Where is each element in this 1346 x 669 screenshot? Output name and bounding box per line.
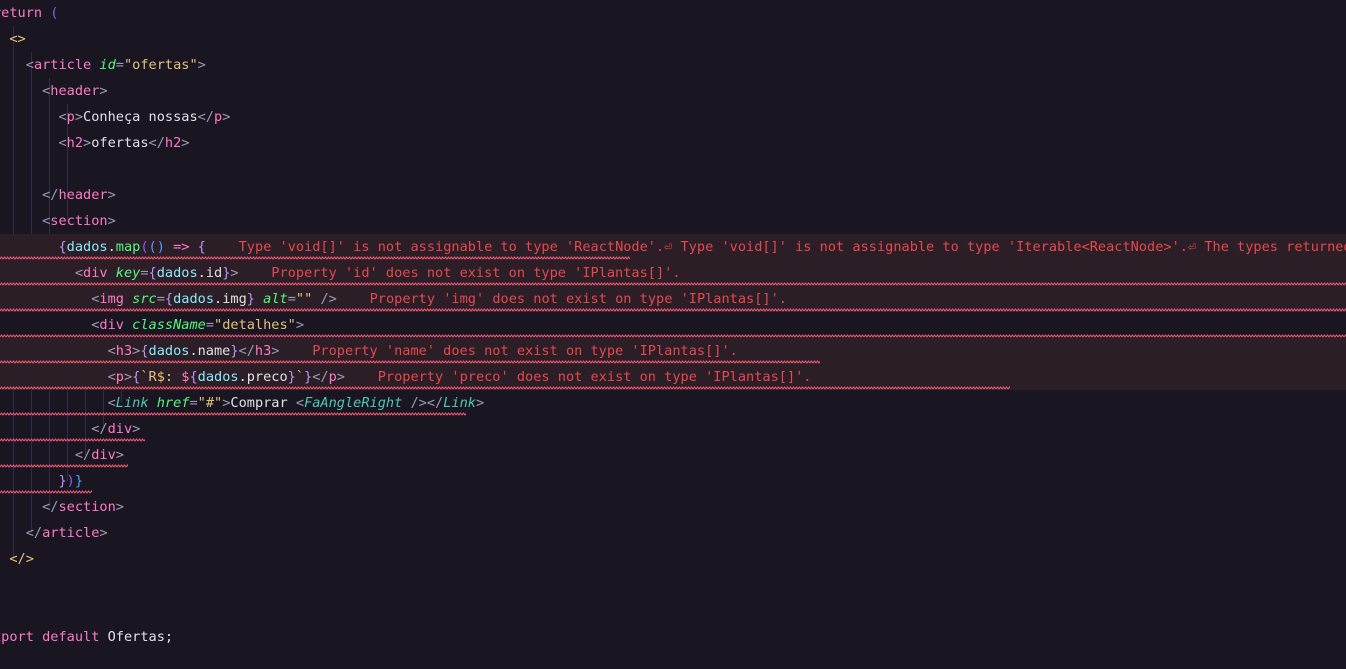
code-line[interactable]: </> (0, 546, 1346, 572)
code-line[interactable]: <article id="ofertas"> (0, 52, 1346, 78)
diagnostic-message: Property 'id' does not exist on type 'IP… (271, 265, 681, 281)
diagnostic-message: Property 'img' does not exist on type 'I… (369, 291, 787, 307)
code-line[interactable]: <> (0, 26, 1346, 52)
code-line[interactable]: </div> (0, 416, 1346, 442)
code-line[interactable]: <Link href="#">Comprar <FaAngleRight /><… (0, 390, 1346, 416)
code-line-with-error[interactable]: <p>{`R$: ${dados.preco}`}</p> Property '… (0, 364, 1346, 390)
code-line[interactable] (0, 598, 1346, 624)
diagnostic-message: Type 'void[]' is not assignable to type … (238, 239, 1346, 255)
code-line[interactable] (0, 156, 1346, 182)
code-line-with-error[interactable]: <img src={dados.img} alt="" /> Property … (0, 286, 1346, 312)
code-line[interactable]: <header> (0, 78, 1346, 104)
code-line-active[interactable]: <div className="detalhes"> (0, 312, 1346, 338)
code-line[interactable]: })} (0, 468, 1346, 494)
code-line[interactable]: </article> (0, 520, 1346, 546)
code-line[interactable]: <p>Conheça nossas</p> (0, 104, 1346, 130)
code-line-with-error[interactable]: {dados.map(() => { Type 'void[]' is not … (0, 234, 1346, 260)
code-line[interactable]: </section> (0, 494, 1346, 520)
code-line-with-error[interactable]: <h3>{dados.name}</h3> Property 'name' do… (0, 338, 1346, 364)
code-line[interactable]: <h2>ofertas</h2> (0, 130, 1346, 156)
code-line[interactable]: </div> (0, 442, 1346, 468)
code-line[interactable]: return ( (0, 0, 1346, 26)
code-line[interactable]: xport default Ofertas; (0, 624, 1346, 650)
code-editor[interactable]: return ( <> <article id="ofertas"> <head… (0, 0, 1346, 669)
code-line[interactable]: <section> (0, 208, 1346, 234)
code-lines[interactable]: return ( <> <article id="ofertas"> <head… (0, 0, 1346, 669)
diagnostic-message: Property 'name' does not exist on type '… (312, 343, 738, 359)
code-line[interactable]: </header> (0, 182, 1346, 208)
code-line-with-error[interactable]: <div key={dados.id}> Property 'id' does … (0, 260, 1346, 286)
code-line[interactable]: ) (0, 572, 1346, 598)
diagnostic-message: Property 'preco' does not exist on type … (377, 369, 812, 385)
